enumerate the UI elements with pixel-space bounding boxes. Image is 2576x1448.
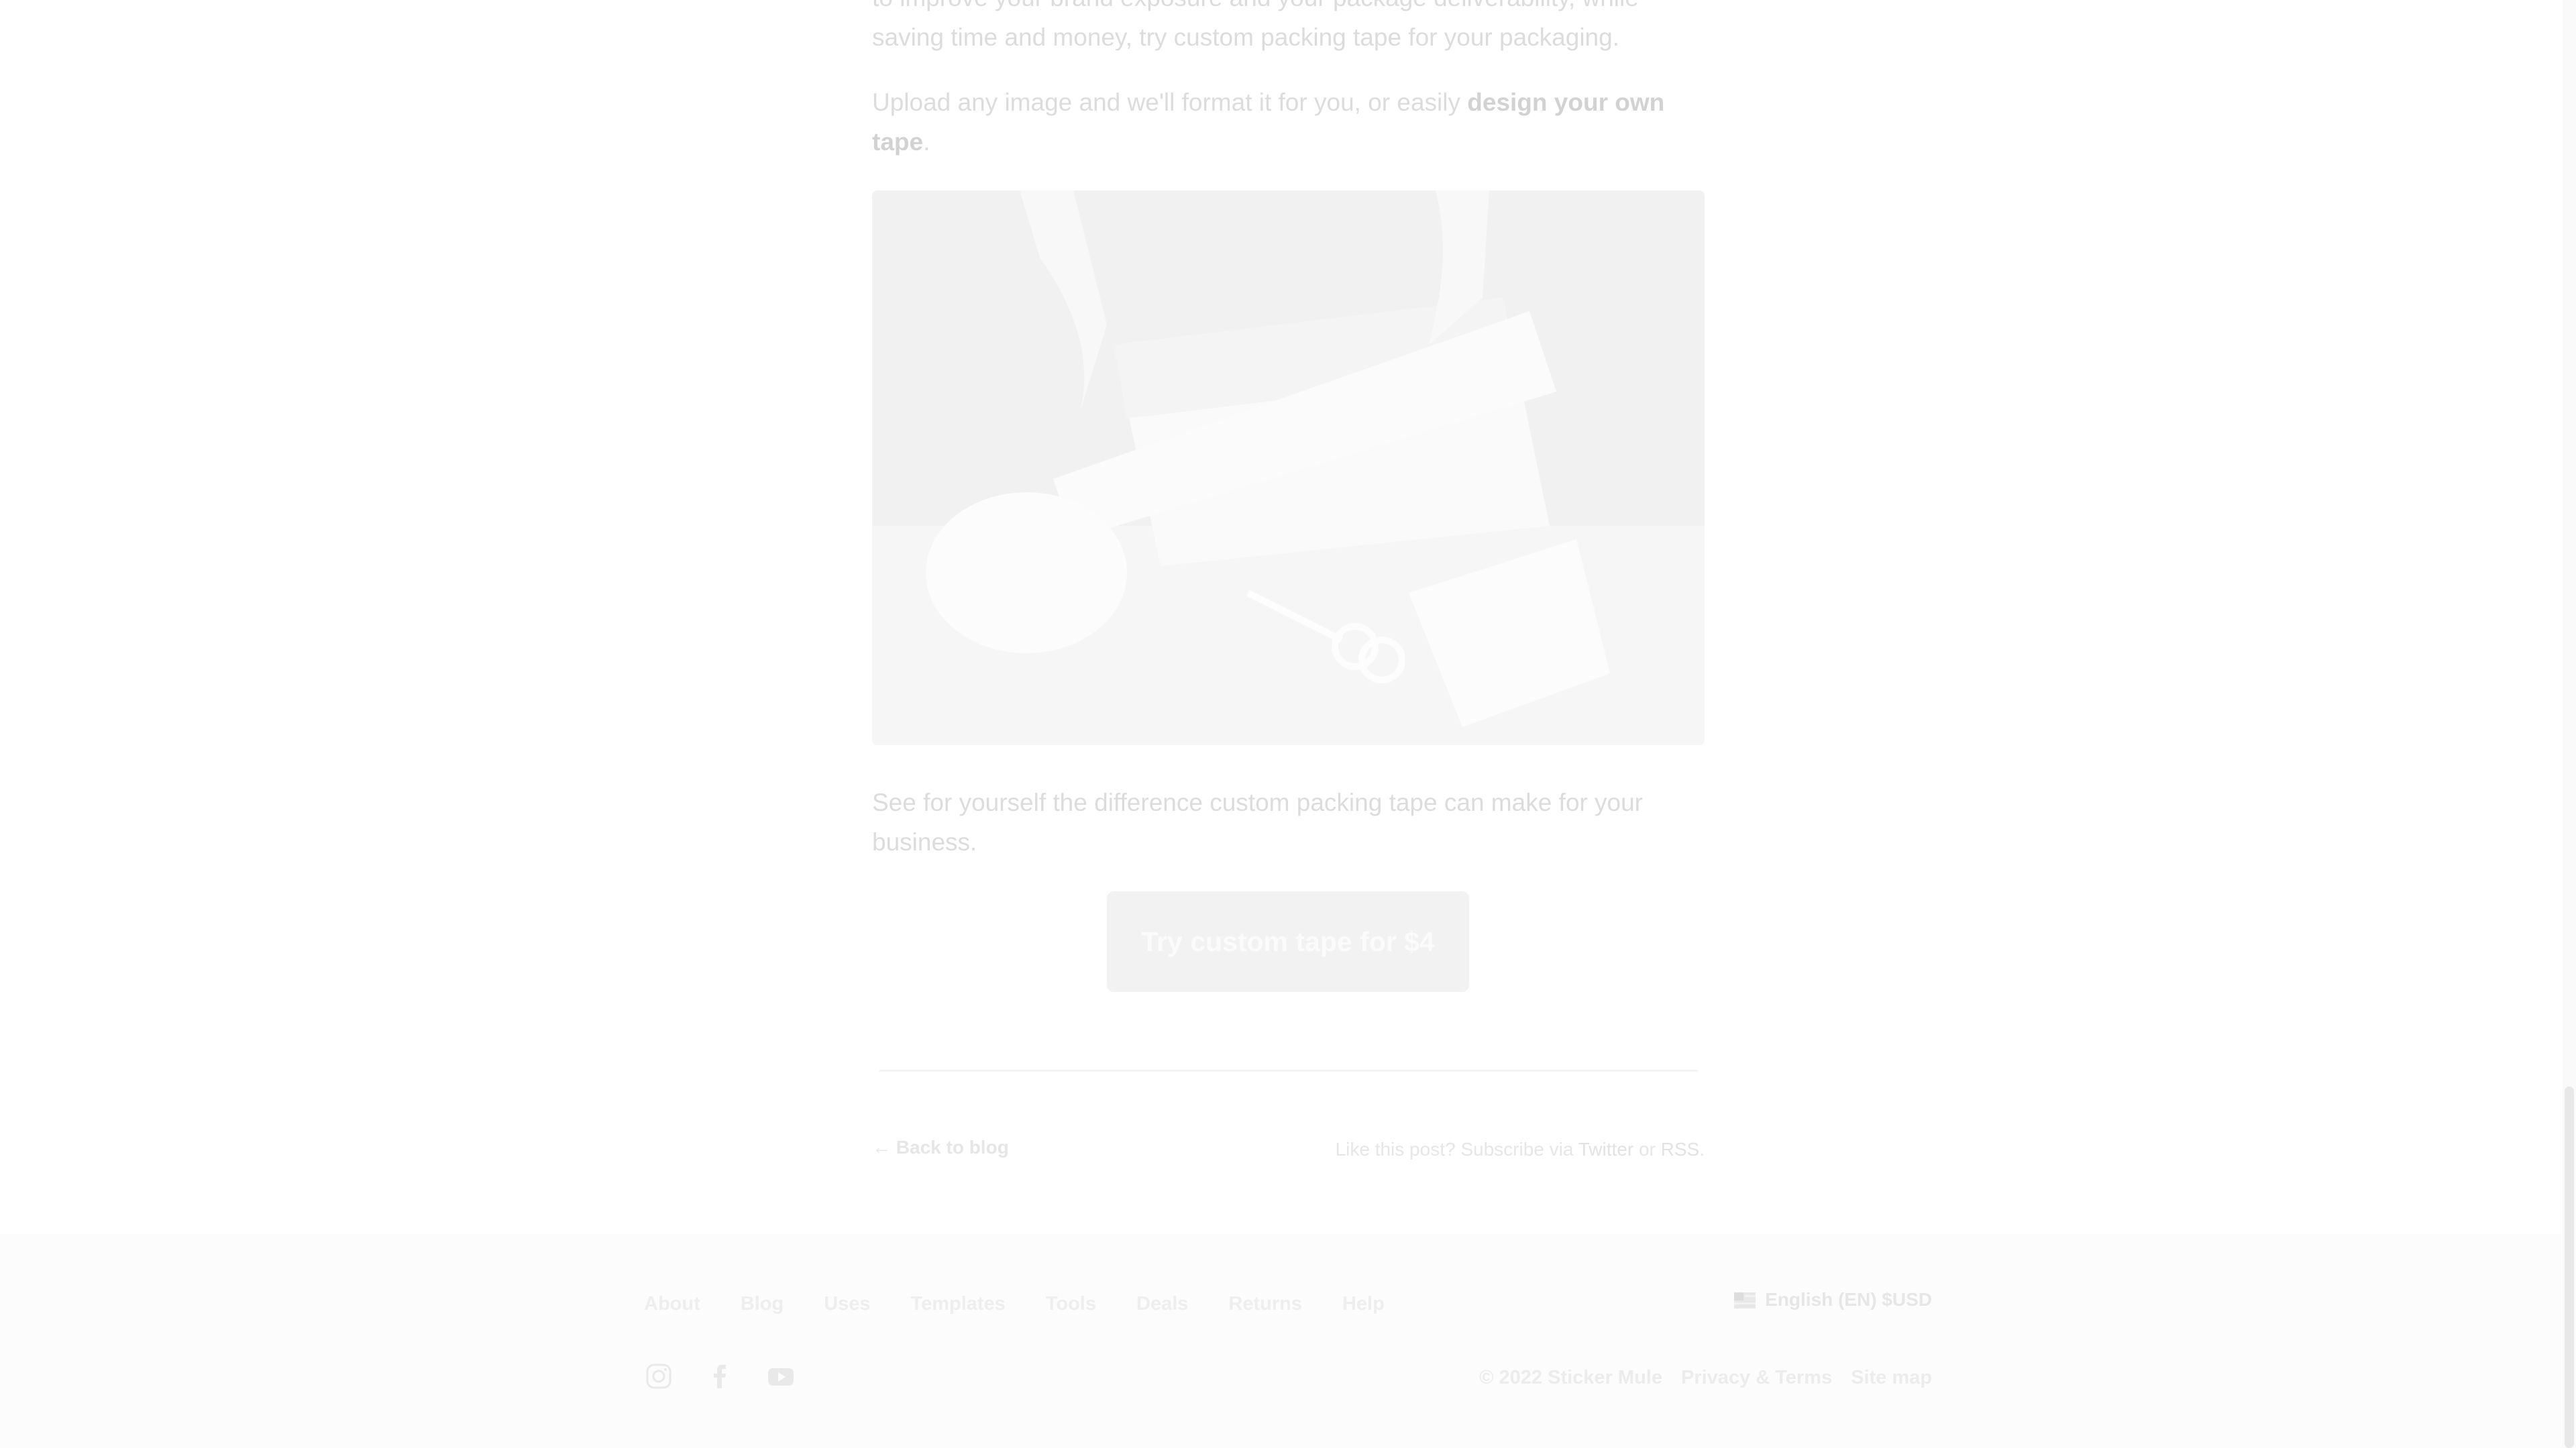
footer-link-tools[interactable]: Tools (1046, 1293, 1096, 1315)
legal-links: © 2022 Sticker Mule Privacy & Terms Site… (1479, 1367, 1932, 1389)
youtube-icon[interactable] (766, 1361, 796, 1391)
rss-link[interactable]: RSS (1661, 1139, 1700, 1160)
footer-nav: About Blog Uses Templates Tools Deals Re… (644, 1293, 1425, 1315)
social-links (644, 1361, 827, 1391)
upload-text: Upload any image and we'll format it for… (872, 89, 1468, 116)
site-map-link[interactable]: Site map (1851, 1367, 1932, 1389)
privacy-terms-link[interactable]: Privacy & Terms (1681, 1367, 1832, 1389)
period-text: . (1699, 1139, 1705, 1160)
article-paragraph: to improve your brand exposure and your … (872, 0, 1639, 51)
scrollbar-thumb[interactable] (2565, 1087, 2574, 1448)
instagram-icon[interactable] (644, 1361, 674, 1391)
footer-link-about[interactable]: About (644, 1293, 700, 1315)
footer-link-deals[interactable]: Deals (1136, 1293, 1188, 1315)
or-text: or (1633, 1139, 1661, 1160)
back-to-blog-link[interactable]: ← Back to blog (872, 1137, 1009, 1158)
facebook-icon[interactable] (705, 1361, 735, 1391)
subscribe-prefix: Like this post? Subscribe via (1335, 1139, 1578, 1160)
period-text: . (923, 128, 930, 156)
hero-image-packing-tape (872, 190, 1705, 745)
footer-link-templates[interactable]: Templates (911, 1293, 1006, 1315)
subscribe-text: Like this post? Subscribe via Twitter or… (1336, 1139, 1705, 1160)
page-scrollbar[interactable] (2563, 0, 2576, 1448)
footer-link-help[interactable]: Help (1342, 1293, 1385, 1315)
divider (879, 1070, 1698, 1072)
flag-icon (1734, 1292, 1756, 1308)
copyright-text: © 2022 Sticker Mule (1479, 1367, 1662, 1388)
twitter-link[interactable]: Twitter (1578, 1139, 1633, 1160)
footer-link-returns[interactable]: Returns (1228, 1293, 1302, 1315)
article-paragraph-business: See for yourself the difference custom p… (872, 789, 1643, 856)
footer-link-uses[interactable]: Uses (824, 1293, 870, 1315)
footer-link-blog[interactable]: Blog (741, 1293, 784, 1315)
try-custom-tape-button[interactable]: Try custom tape for $4 (1107, 891, 1469, 992)
article-paragraph-upload: Upload any image and we'll format it for… (872, 82, 1705, 162)
language-label: English (EN) $USD (1765, 1289, 1932, 1310)
language-selector[interactable]: English (EN) $USD (1734, 1289, 1932, 1311)
site-footer: About Blog Uses Templates Tools Deals Re… (0, 1234, 2563, 1448)
